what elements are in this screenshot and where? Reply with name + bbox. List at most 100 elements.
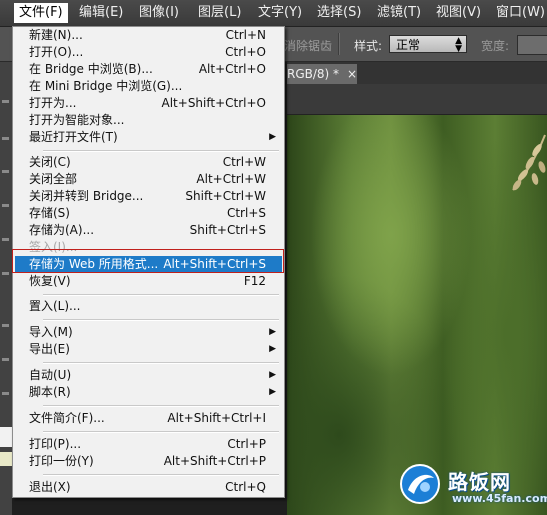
menu-item-shortcut: Ctrl+N (225, 28, 266, 42)
menu-item-file-info[interactable]: 文件简介(F)... Alt+Shift+Ctrl+I (15, 410, 282, 427)
menu-item-save[interactable]: 存储(S) Ctrl+S (15, 205, 282, 222)
menu-item-close-go-bridge[interactable]: 关闭并转到 Bridge... Shift+Ctrl+W (15, 188, 282, 205)
antialias-label[interactable]: 消除锯齿 (284, 37, 332, 54)
menu-item-new[interactable]: 新建(N)... Ctrl+N (15, 27, 282, 44)
menu-item-label: 打开(O)... (29, 45, 84, 59)
menu-item-close-all[interactable]: 关闭全部 Alt+Ctrl+W (15, 171, 282, 188)
width-input[interactable] (517, 35, 547, 55)
tool-icon[interactable] (2, 324, 9, 327)
menu-item-shortcut: Alt+Shift+Ctrl+S (163, 257, 266, 271)
menu-item-export[interactable]: 导出(E) ▶ (15, 341, 282, 358)
menu-separator (43, 294, 279, 296)
tool-icon[interactable] (2, 170, 9, 173)
menu-item-shortcut: Ctrl+P (227, 437, 266, 451)
menu-item-open[interactable]: 打开(O)... Ctrl+O (15, 44, 282, 61)
foreground-color-swatch[interactable] (0, 427, 12, 447)
watermark-name: 路饭网 (448, 470, 511, 494)
menu-separator (43, 405, 279, 407)
menu-separator (43, 319, 279, 321)
menu-edit[interactable]: 编辑(E) (74, 3, 128, 23)
menu-layer[interactable]: 图层(L) (193, 3, 246, 23)
menu-item-label: 导出(E) (29, 342, 70, 356)
document-tab[interactable]: RGB/8) * × (287, 64, 357, 84)
menu-separator (43, 431, 279, 433)
menu-item-shortcut: Alt+Ctrl+W (196, 172, 266, 186)
menu-item-shortcut: F12 (243, 274, 266, 288)
menu-item-label: 关闭(C) (29, 155, 71, 169)
menu-item-label: 新建(N)... (29, 28, 83, 42)
menu-item-label: 打开为智能对象... (29, 113, 125, 127)
menu-item-label: 关闭并转到 Bridge... (29, 189, 144, 203)
menu-item-label: 关闭全部 (29, 172, 78, 186)
menu-item-label: 打印(P)... (29, 437, 82, 451)
menu-item-scripts[interactable]: 脚本(R) ▶ (15, 384, 282, 401)
menu-item-print-one-copy[interactable]: 打印一份(Y) Alt+Shift+Ctrl+P (15, 453, 282, 470)
menu-item-shortcut: Ctrl+Q (225, 480, 266, 494)
width-label: 宽度: (481, 39, 510, 53)
menu-item-automate[interactable]: 自动(U) ▶ (15, 367, 282, 384)
menu-file[interactable]: 文件(F) (14, 3, 68, 23)
menu-item-shortcut: Ctrl+W (222, 155, 266, 169)
menu-item-print[interactable]: 打印(P)... Ctrl+P (15, 436, 282, 453)
menu-item-browse-bridge[interactable]: 在 Bridge 中浏览(B)... Alt+Ctrl+O (15, 61, 282, 78)
tool-icon[interactable] (2, 272, 9, 275)
site-logo-icon (400, 464, 440, 504)
menu-item-check-in: 签入(I)... (15, 239, 282, 256)
background-color-swatch[interactable] (0, 452, 12, 466)
close-icon[interactable]: × (347, 64, 357, 84)
menu-item-recent-files[interactable]: 最近打开文件(T) ▶ (15, 129, 282, 146)
menu-view[interactable]: 视图(V) (431, 3, 486, 23)
tool-icon[interactable] (2, 137, 9, 140)
menu-separator (43, 474, 279, 476)
options-divider (338, 33, 340, 55)
document-tab-bar: RGB/8) * × (287, 62, 547, 84)
canvas-image[interactable] (287, 115, 547, 515)
spinner-arrows-icon: ▲ ▼ (455, 36, 462, 54)
submenu-arrow-icon: ▶ (269, 344, 276, 354)
menu-item-shortcut: Alt+Shift+Ctrl+O (161, 96, 266, 110)
ruler (287, 84, 547, 115)
menu-item-save-as[interactable]: 存储为(A)... Shift+Ctrl+S (15, 222, 282, 239)
menu-item-open-smart-object[interactable]: 打开为智能对象... (15, 112, 282, 129)
menu-item-save-for-web[interactable]: 存储为 Web 所用格式... Alt+Shift+Ctrl+S (15, 256, 282, 273)
tool-icon[interactable] (2, 358, 9, 361)
menu-item-shortcut: Ctrl+O (225, 45, 266, 59)
file-menu: 新建(N)... Ctrl+N 打开(O)... Ctrl+O 在 Bridge 中… (12, 26, 285, 498)
tool-icon[interactable] (2, 392, 9, 395)
menu-image[interactable]: 图像(I) (134, 3, 184, 23)
submenu-arrow-icon: ▶ (269, 370, 276, 380)
menu-item-label: 恢复(V) (29, 274, 71, 288)
menu-item-label: 置入(L)... (29, 299, 81, 313)
menu-item-label: 自动(U) (29, 368, 72, 382)
menu-window[interactable]: 窗口(W) (491, 3, 547, 23)
menu-item-revert[interactable]: 恢复(V) F12 (15, 273, 282, 290)
menu-item-browse-mini-bridge[interactable]: 在 Mini Bridge 中浏览(G)... (15, 78, 282, 95)
menu-item-exit[interactable]: 退出(X) Ctrl+Q (15, 479, 282, 496)
menu-item-label: 存储为 Web 所用格式... (29, 257, 159, 271)
style-select-value: 正常 (396, 38, 421, 52)
menu-item-label: 打印一份(Y) (29, 454, 94, 468)
menu-filter[interactable]: 滤镜(T) (372, 3, 426, 23)
menu-item-shortcut: Alt+Shift+Ctrl+I (167, 411, 266, 425)
menu-separator (43, 362, 279, 364)
tool-icon[interactable] (2, 238, 9, 241)
menu-select[interactable]: 选择(S) (312, 3, 366, 23)
menu-item-close[interactable]: 关闭(C) Ctrl+W (15, 154, 282, 171)
tool-icon[interactable] (2, 100, 9, 103)
menu-item-label: 签入(I)... (29, 240, 78, 254)
submenu-arrow-icon: ▶ (269, 132, 276, 142)
menu-item-shortcut: Shift+Ctrl+S (189, 223, 266, 237)
menu-item-shortcut: Ctrl+S (226, 206, 266, 220)
menu-item-shortcut: Alt+Ctrl+O (198, 62, 266, 76)
menu-bar: 文件(F) 编辑(E) 图像(I) 图层(L) 文字(Y) 选择(S) 滤镜(T… (0, 0, 547, 27)
menu-item-label: 导入(M) (29, 325, 73, 339)
menu-item-label: 文件简介(F)... (29, 411, 105, 425)
menu-item-import[interactable]: 导入(M) ▶ (15, 324, 282, 341)
style-label: 样式: (354, 39, 383, 53)
style-select[interactable]: 正常 ▲ ▼ (389, 35, 467, 54)
menu-item-open-as[interactable]: 打开为... Alt+Shift+Ctrl+O (15, 95, 282, 112)
tool-icon[interactable] (2, 204, 9, 207)
menu-item-place[interactable]: 置入(L)... (15, 298, 282, 315)
menu-type[interactable]: 文字(Y) (253, 3, 307, 23)
menu-item-label: 存储(S) (29, 206, 70, 220)
